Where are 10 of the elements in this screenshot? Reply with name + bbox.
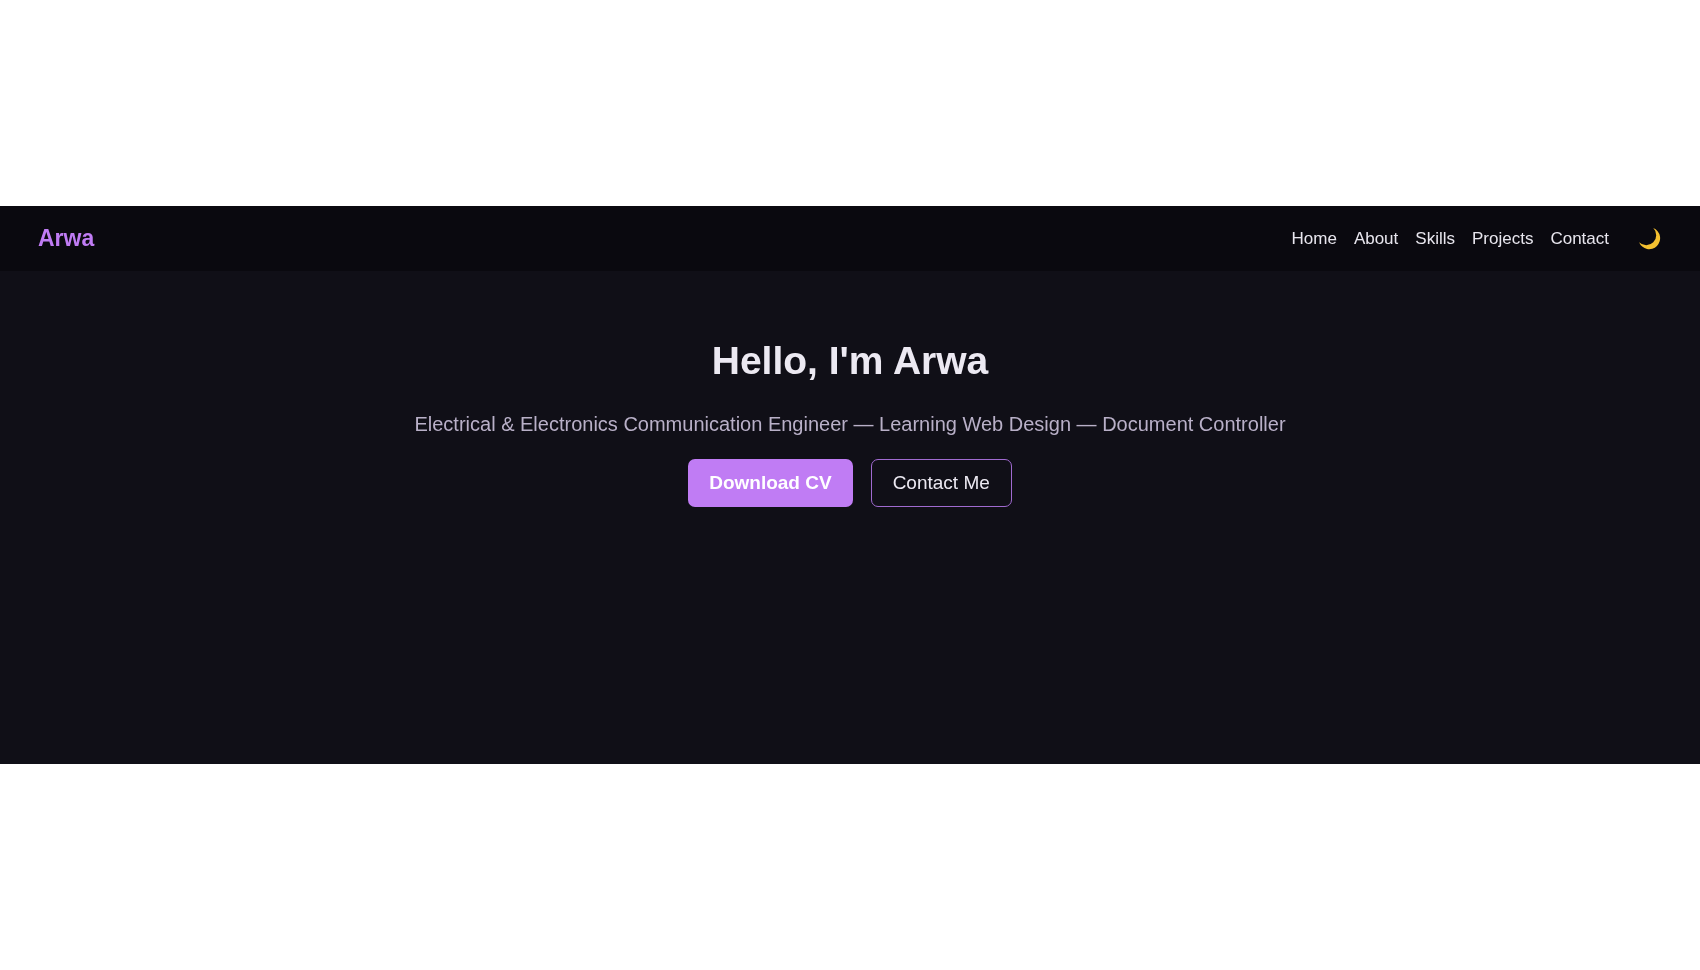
nav-link[interactable]: Contact (1550, 228, 1609, 249)
contact-button[interactable]: Contact Me (870, 459, 1012, 507)
hero-title: Hello, I'm Arwa (711, 339, 989, 383)
nav-link[interactable]: Projects (1472, 228, 1534, 249)
moon-icon[interactable] (1638, 226, 1662, 251)
hero-subtitle: Electrical & Electronics Communication Engineer — Learning Web Design — Document Controller (414, 413, 1286, 436)
nav-link[interactable]: Skills (1415, 228, 1455, 249)
site-logo[interactable]: Arwa (38, 225, 95, 252)
nav-link[interactable]: About (1353, 228, 1399, 249)
nav-link[interactable]: Home (1291, 228, 1337, 249)
